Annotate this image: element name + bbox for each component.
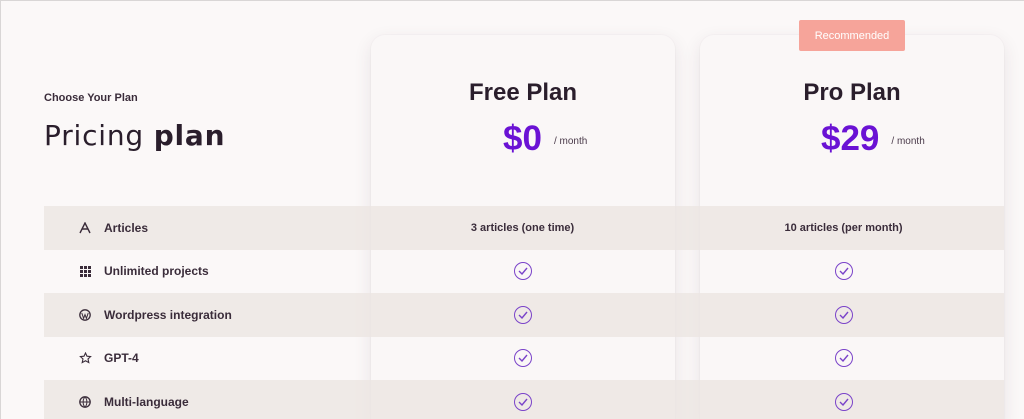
check-circle-icon: [834, 305, 853, 324]
feature-row: Unlimited projects: [44, 250, 1004, 294]
pro-feature-check: [683, 349, 1004, 368]
free-feature-check: [362, 392, 683, 411]
feature-row: Wordpress integration: [44, 293, 1004, 337]
free-price-amount: $0: [503, 119, 542, 158]
free-plan-price: $0 / month: [503, 119, 587, 159]
feature-label: GPT-4: [104, 351, 139, 366]
check-circle-icon: [513, 305, 532, 324]
globe-icon: [78, 395, 92, 409]
eyebrow-text: Choose Your Plan: [44, 92, 138, 104]
feature-label: Unlimited projects: [104, 264, 209, 279]
wordpress-icon: [78, 308, 92, 322]
free-feature-value: 3 articles (one time): [470, 221, 575, 234]
check-circle-icon: [513, 349, 532, 368]
font-icon: [78, 221, 92, 235]
pro-feature-check: [683, 262, 1004, 281]
pro-plan-price: $29 / month: [821, 119, 925, 159]
page-title: Pricing plan: [44, 119, 225, 152]
title-bold: plan: [153, 119, 226, 152]
pro-price-amount: $29: [821, 119, 880, 158]
pricing-section: Choose Your Plan Pricing plan Free Plan …: [0, 0, 1024, 419]
check-circle-icon: [834, 349, 853, 368]
pro-plan-name: Pro Plan: [803, 79, 901, 106]
free-price-period: / month: [553, 136, 588, 147]
pro-feature-check: [683, 305, 1004, 324]
check-circle-icon: [834, 262, 853, 281]
feature-row: Multi-language: [44, 380, 1004, 419]
free-feature-check: [362, 349, 683, 368]
check-circle-icon: [834, 392, 853, 411]
feature-label: Wordpress integration: [104, 307, 232, 322]
feature-row: Articles 3 articles (one time) 10 articl…: [44, 206, 1004, 250]
openai-icon: [78, 351, 92, 365]
check-circle-icon: [513, 392, 532, 411]
free-plan-name: Free Plan: [468, 79, 578, 106]
pro-feature-check: [683, 392, 1004, 411]
pro-feature-value: 10 articles (per month): [784, 221, 903, 234]
feature-row: GPT-4: [44, 337, 1004, 381]
free-feature-check: [362, 305, 683, 324]
feature-label: Articles: [104, 220, 149, 235]
feature-label: Multi-language: [104, 394, 189, 409]
pro-price-period: / month: [891, 136, 925, 147]
grid-icon: [78, 264, 92, 278]
title-regular: Pricing: [44, 119, 144, 152]
recommended-badge: Recommended: [799, 20, 905, 51]
check-circle-icon: [513, 262, 532, 281]
free-feature-check: [362, 262, 683, 281]
